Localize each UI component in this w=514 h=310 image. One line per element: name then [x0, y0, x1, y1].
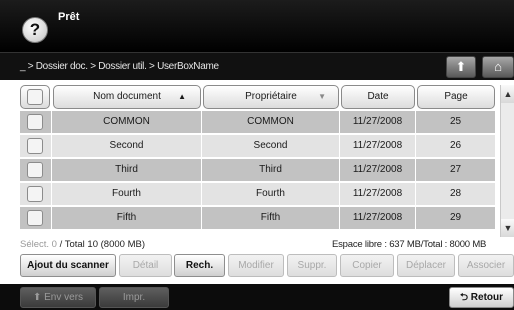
detail-button[interactable]: Détail — [119, 254, 172, 277]
upload-folder-button[interactable]: ⬆ — [446, 56, 476, 78]
print-label: Impr. — [122, 292, 146, 303]
table-row[interactable]: Second Second 11/27/2008 26 — [20, 135, 495, 157]
send-arrow-icon: ⬆ — [32, 292, 42, 303]
row-select-cell — [20, 111, 52, 133]
column-label-page: Page — [444, 91, 468, 102]
column-label-owner: Propriétaire — [245, 91, 297, 102]
column-header-owner[interactable]: Propriétaire ▼ — [203, 85, 339, 109]
cell-page: 26 — [416, 135, 495, 157]
cell-name: Second — [52, 135, 202, 157]
row-checkbox[interactable] — [27, 114, 43, 130]
cell-date: 11/27/2008 — [340, 183, 416, 205]
title-bar: ? Prêt — [0, 0, 514, 52]
select-all-header[interactable] — [20, 85, 50, 109]
row-select-cell — [20, 183, 52, 205]
row-checkbox[interactable] — [27, 162, 43, 178]
cell-owner: Fifth — [202, 207, 340, 229]
chevron-up-icon: ▲ — [503, 89, 513, 99]
table-row[interactable]: Fifth Fifth 11/27/2008 29 — [20, 207, 495, 229]
cell-owner: Fourth — [202, 183, 340, 205]
cell-owner: Third — [202, 159, 340, 181]
send-to-label: Env vers — [44, 292, 84, 303]
cell-name: Fifth — [52, 207, 202, 229]
cell-owner: Second — [202, 135, 340, 157]
table-row[interactable]: Fourth Fourth 11/27/2008 28 — [20, 183, 495, 205]
cell-name: COMMON — [52, 111, 202, 133]
table-row[interactable]: Third Third 11/27/2008 27 — [20, 159, 495, 181]
home-button[interactable]: ⌂ — [482, 56, 514, 78]
modify-button[interactable]: Modifier — [228, 254, 284, 277]
print-button[interactable]: Impr. — [99, 287, 169, 308]
scroll-up-button[interactable]: ▲ — [501, 85, 514, 103]
selection-status: Sélect. 0 / Total 10 (8000 MB) — [20, 239, 145, 250]
table-scrollbar[interactable]: ▲ ▼ — [500, 85, 514, 237]
column-header-page[interactable]: Page — [417, 85, 495, 109]
column-label-date: Date — [367, 91, 389, 102]
row-checkbox[interactable] — [27, 186, 43, 202]
add-scanner-button[interactable]: Ajout du scanner — [20, 254, 116, 277]
back-label: Retour — [470, 292, 504, 303]
copy-button[interactable]: Copier — [340, 254, 394, 277]
row-select-cell — [20, 135, 52, 157]
move-button[interactable]: Déplacer — [397, 254, 455, 277]
selected-count: Sélect. 0 — [20, 239, 57, 250]
cell-page: 27 — [416, 159, 495, 181]
chevron-down-icon: ▼ — [503, 223, 513, 233]
cell-date: 11/27/2008 — [340, 159, 416, 181]
window-title: Prêt — [58, 11, 80, 23]
column-label-name: Nom document — [93, 91, 161, 102]
home-icon: ⌂ — [494, 59, 502, 74]
row-checkbox[interactable] — [27, 210, 43, 226]
row-select-cell — [20, 159, 52, 181]
cell-name: Fourth — [52, 183, 202, 205]
scroll-down-button[interactable]: ▼ — [501, 219, 514, 237]
select-all-checkbox[interactable] — [27, 89, 43, 105]
cell-owner: COMMON — [202, 111, 340, 133]
cell-date: 11/27/2008 — [340, 111, 416, 133]
cell-date: 11/27/2008 — [340, 135, 416, 157]
footer-bar: ⬆ Env vers Impr. ⮌ Retour — [0, 284, 514, 310]
row-checkbox[interactable] — [27, 138, 43, 154]
cell-date: 11/27/2008 — [340, 207, 416, 229]
sort-descending-icon: ▼ — [318, 92, 326, 101]
cell-page: 25 — [416, 111, 495, 133]
delete-button[interactable]: Suppr. — [287, 254, 337, 277]
upload-folder-icon: ⬆ — [455, 59, 467, 74]
cell-page: 28 — [416, 183, 495, 205]
breadcrumb: _ > Dossier doc. > Dossier util. > UserB… — [20, 61, 219, 72]
table-row[interactable]: COMMON COMMON 11/27/2008 25 — [20, 111, 495, 133]
column-header-name[interactable]: Nom document ▲ — [53, 85, 201, 109]
total-count: / Total 10 (8000 MB) — [59, 239, 145, 250]
column-header-date[interactable]: Date — [341, 85, 415, 109]
breadcrumb-bar: _ > Dossier doc. > Dossier util. > UserB… — [0, 52, 514, 80]
row-select-cell — [20, 207, 52, 229]
back-icon: ⮌ — [459, 292, 468, 303]
help-icon[interactable]: ? — [22, 17, 48, 43]
cell-name: Third — [52, 159, 202, 181]
search-button[interactable]: Rech. — [174, 254, 225, 277]
free-space-status: Espace libre : 637 MB/Total : 8000 MB — [332, 239, 487, 250]
send-to-button[interactable]: ⬆ Env vers — [20, 287, 96, 308]
cell-page: 29 — [416, 207, 495, 229]
sort-ascending-icon: ▲ — [178, 92, 186, 101]
associate-button[interactable]: Associer — [458, 254, 514, 277]
back-button[interactable]: ⮌ Retour — [449, 287, 514, 308]
